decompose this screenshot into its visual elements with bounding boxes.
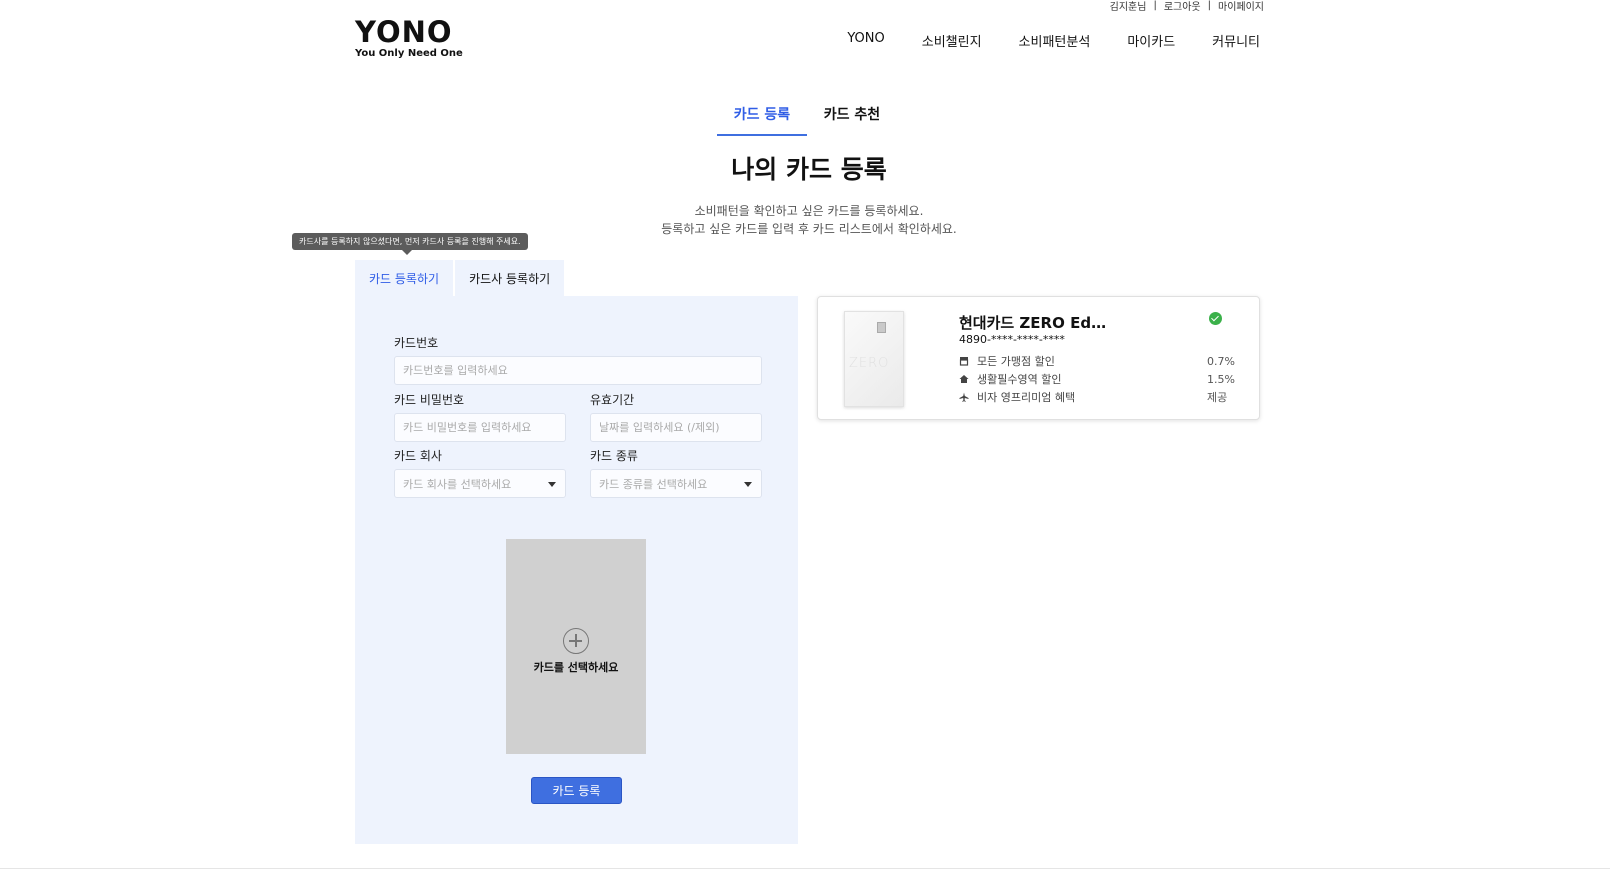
registered-card[interactable]: ZERO 현대카드 ZERO Edit… 4890-****-****-****… xyxy=(817,296,1260,420)
card-image-upload[interactable]: 카드를 선택하세요 xyxy=(506,539,646,754)
check-circle-icon xyxy=(1209,312,1222,325)
nav-item-mycard[interactable]: 마이카드 xyxy=(1127,31,1175,50)
main-nav: YONO 소비챌린지 소비패턴분석 마이카드 커뮤니티 xyxy=(810,31,1260,50)
form-tabs: 카드 등록하기 카드사 등록하기 xyxy=(355,260,566,296)
expiry-label: 유효기간 xyxy=(590,393,635,407)
plus-circle-icon xyxy=(563,628,589,654)
logo-tagline: You Only Need One xyxy=(355,48,463,59)
card-register-panel: 카드번호 카드 비밀번호 유효기간 카드 회사 카드 회사를 선택하세요 카드 … xyxy=(355,296,798,844)
tab-register-company[interactable]: 카드사 등록하기 xyxy=(455,260,565,296)
password-label: 카드 비밀번호 xyxy=(394,393,465,407)
logo-wordmark: YONO xyxy=(355,15,453,49)
plane-icon xyxy=(959,392,969,402)
company-select[interactable]: 카드 회사를 선택하세요 xyxy=(394,469,566,498)
upload-label: 카드를 선택하세요 xyxy=(533,661,619,674)
benefit-item: 비자 영프리미엄 혜택 제공 xyxy=(959,389,1239,405)
home-icon xyxy=(959,375,969,383)
tab-register-card[interactable]: 카드 등록하기 xyxy=(355,260,454,296)
utility-links: 김지훈님 | 로그아웃 | 마이페이지 xyxy=(1110,0,1264,13)
nav-item-challenge[interactable]: 소비챌린지 xyxy=(922,31,982,50)
card-type-select[interactable]: 카드 종류를 선택하세요 xyxy=(590,469,762,498)
mypage-link[interactable]: 마이페이지 xyxy=(1218,0,1264,13)
card-type-select-value: 카드 종류를 선택하세요 xyxy=(599,477,708,491)
benefit-label: 비자 영프리미엄 혜택 xyxy=(977,391,1076,404)
password-field[interactable] xyxy=(394,413,566,442)
benefit-value: 1.5% xyxy=(1207,372,1235,386)
footer-divider xyxy=(0,868,1610,869)
logo[interactable]: YONO You Only Need One xyxy=(355,15,463,60)
expiry-input[interactable] xyxy=(599,421,753,434)
divider: | xyxy=(1207,0,1211,11)
password-input[interactable] xyxy=(403,421,557,434)
benefit-item: 모든 가맹점 할인 0.7% xyxy=(959,353,1239,369)
card-image-text: ZERO xyxy=(849,356,890,371)
benefit-value: 제공 xyxy=(1207,391,1228,404)
company-select-value: 카드 회사를 선택하세요 xyxy=(403,477,512,491)
description-line-1: 소비패턴을 확인하고 싶은 카드를 등록하세요. xyxy=(694,204,924,218)
card-image: ZERO xyxy=(844,311,904,407)
company-label: 카드 회사 xyxy=(394,449,442,463)
benefit-item: 생활필수영역 할인 1.5% xyxy=(959,371,1239,387)
nav-item-yono[interactable]: YONO xyxy=(847,31,884,50)
register-card-button[interactable]: 카드 등록 xyxy=(531,777,622,804)
page-tabs: 카드 등록 카드 추천 xyxy=(717,100,897,136)
card-name: 현대카드 ZERO Edit… xyxy=(959,314,1109,332)
caret-down-icon xyxy=(744,482,752,487)
card-number-field[interactable] xyxy=(394,356,762,385)
page-title: 나의 카드 등록 xyxy=(731,155,887,184)
caret-down-icon xyxy=(548,482,556,487)
card-number-label: 카드번호 xyxy=(394,336,439,350)
logout-link[interactable]: 로그아웃 xyxy=(1164,0,1201,13)
user-name-link[interactable]: 김지훈님 xyxy=(1110,0,1147,13)
divider: | xyxy=(1153,0,1157,11)
card-type-label: 카드 종류 xyxy=(590,449,638,463)
benefit-label: 모든 가맹점 할인 xyxy=(977,355,1055,368)
tab-card-recommend[interactable]: 카드 추천 xyxy=(807,100,897,136)
nav-item-community[interactable]: 커뮤니티 xyxy=(1212,31,1260,50)
card-number: 4890-****-****-**** xyxy=(959,333,1065,346)
card-number-input[interactable] xyxy=(403,364,753,377)
store-icon xyxy=(959,357,969,366)
benefit-value: 0.7% xyxy=(1207,354,1235,368)
page-description: 소비패턴을 확인하고 싶은 카드를 등록하세요. 등록하고 싶은 카드를 입력 … xyxy=(0,202,1610,238)
benefit-label: 생활필수영역 할인 xyxy=(977,373,1062,386)
description-line-2: 등록하고 싶은 카드를 입력 후 카드 리스트에서 확인하세요. xyxy=(661,222,957,236)
tooltip: 카드사를 등록하지 않으셨다면, 먼저 카드사 등록을 진행해 주세요. xyxy=(292,233,528,255)
chip-icon xyxy=(877,322,886,333)
nav-item-analysis[interactable]: 소비패턴분석 xyxy=(1019,31,1091,50)
expiry-field[interactable] xyxy=(590,413,762,442)
tab-card-register[interactable]: 카드 등록 xyxy=(717,100,807,136)
